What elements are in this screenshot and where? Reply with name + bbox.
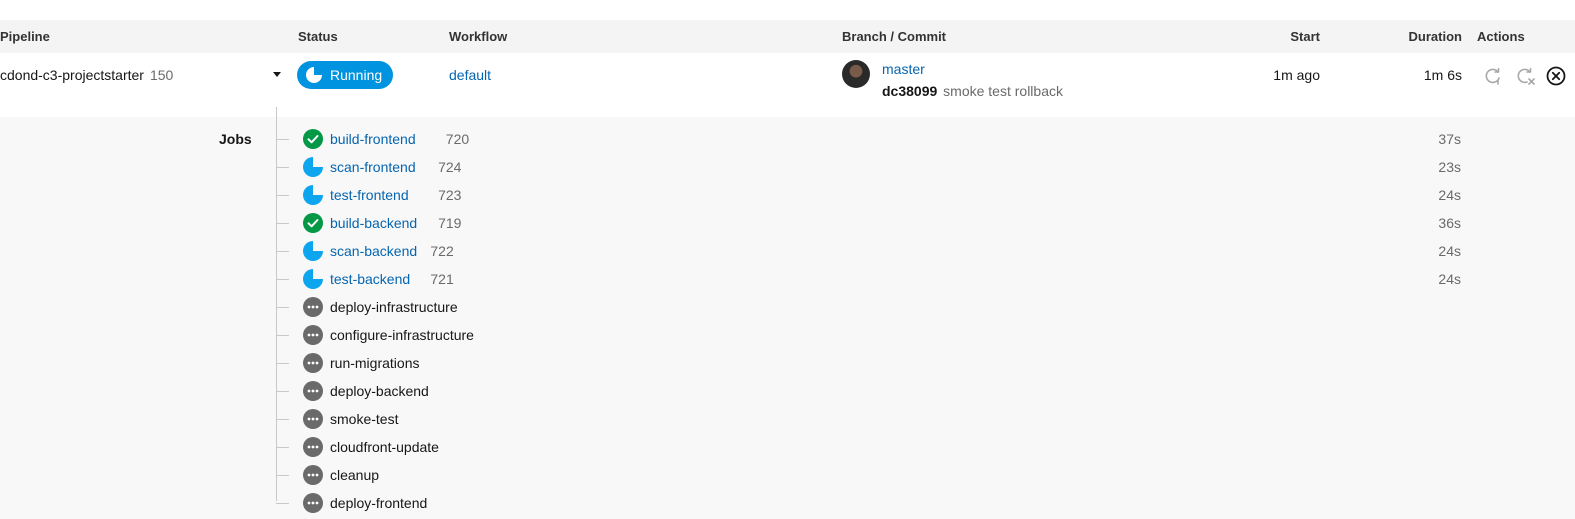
job-name[interactable]: build-frontend (330, 131, 416, 147)
commit-info: dc38099 smoke test rollback (882, 83, 1063, 99)
pending-icon (303, 465, 323, 485)
pending-icon (303, 409, 323, 429)
job-number: 723 (438, 187, 462, 203)
tree-connector (276, 447, 289, 448)
job-row[interactable]: build-backend 719 36s (276, 210, 1476, 238)
running-icon (303, 241, 323, 261)
job-row[interactable]: build-frontend 720 37s (276, 126, 1476, 154)
tree-connector (276, 195, 289, 196)
job-name[interactable]: build-backend (330, 215, 417, 231)
job-number: 724 (438, 159, 462, 175)
job-name: run-migrations (330, 355, 420, 371)
running-icon (303, 269, 323, 289)
rerun-icon[interactable] (1483, 66, 1503, 86)
commit-hash[interactable]: dc38099 (882, 83, 937, 99)
job-name[interactable]: scan-frontend (330, 159, 416, 175)
pending-icon (303, 297, 323, 317)
job-number: 722 (430, 243, 454, 259)
expand-caret-icon[interactable] (273, 72, 281, 77)
job-row: smoke-test (276, 406, 1476, 434)
cancel-icon[interactable] (1546, 66, 1566, 86)
job-name: deploy-infrastructure (330, 299, 458, 315)
job-name: deploy-frontend (330, 495, 428, 511)
job-row: run-migrations (276, 350, 1476, 378)
pending-icon (303, 437, 323, 457)
pipeline-number: 150 (149, 67, 174, 83)
header-start: Start (1290, 29, 1320, 44)
job-number: 720 (445, 131, 470, 147)
job-name: deploy-backend (330, 383, 429, 399)
tree-connector (276, 279, 289, 280)
header-status: Status (298, 29, 338, 44)
job-row[interactable]: test-backend 721 24s (276, 266, 1476, 294)
avatar (842, 60, 870, 88)
pending-icon (303, 353, 323, 373)
job-name: cloudfront-update (330, 439, 439, 455)
job-duration: 24s (1438, 243, 1461, 259)
status-badge: Running (297, 61, 393, 89)
job-row[interactable]: test-frontend 723 24s (276, 182, 1476, 210)
job-duration: 23s (1438, 159, 1461, 175)
job-row: deploy-infrastructure (276, 294, 1476, 322)
job-name[interactable]: test-backend (330, 271, 410, 287)
tree-connector (276, 503, 289, 504)
job-duration: 37s (1438, 131, 1461, 147)
tree-connector (276, 307, 289, 308)
job-duration: 24s (1438, 271, 1461, 287)
pipeline-name[interactable]: cdond-c3-projectstarter 150 (0, 67, 173, 83)
running-icon (303, 157, 323, 177)
tree-connector (276, 223, 289, 224)
jobs-panel: Jobs build-frontend 720 37s scan-frontend 72… (0, 107, 1575, 519)
job-duration: 36s (1438, 215, 1461, 231)
pipeline-name-label[interactable]: cdond-c3-projectstarter (0, 67, 144, 83)
job-row: deploy-backend (276, 378, 1476, 406)
tree-connector (276, 475, 289, 476)
success-icon (303, 129, 323, 149)
header-branch-commit: Branch / Commit (842, 29, 947, 44)
start-time: 1m ago (1273, 67, 1320, 83)
header-duration: Duration (1408, 29, 1462, 44)
job-number: 721 (430, 271, 454, 287)
job-number: 719 (438, 215, 462, 231)
success-icon (303, 213, 323, 233)
tree-connector (276, 363, 289, 364)
job-name: configure-infrastructure (330, 327, 474, 343)
job-row[interactable]: scan-frontend 724 23s (276, 154, 1476, 182)
pipeline-row[interactable]: cdond-c3-projectstarter 150 Running defau… (0, 53, 1575, 117)
job-row: configure-infrastructure (276, 322, 1476, 350)
header-workflow: Workflow (449, 29, 508, 44)
running-icon (306, 67, 322, 83)
tree-connector (276, 139, 289, 140)
tree-connector (276, 391, 289, 392)
workflow-link[interactable]: default (449, 67, 491, 83)
job-duration: 24s (1438, 187, 1461, 203)
job-row: deploy-frontend (276, 490, 1476, 518)
branch-link[interactable]: master (882, 61, 925, 77)
tree-connector (276, 335, 289, 336)
job-row: cloudfront-update (276, 434, 1476, 462)
pending-icon (303, 381, 323, 401)
jobs-label: Jobs (219, 131, 252, 147)
duration-value: 1m 6s (1423, 67, 1462, 83)
pending-icon (303, 493, 323, 513)
tree-connector (276, 419, 289, 420)
running-icon (303, 185, 323, 205)
header-actions: Actions (1477, 29, 1525, 44)
tree-connector (276, 167, 289, 168)
job-name: smoke-test (330, 411, 399, 427)
pending-icon (303, 325, 323, 345)
job-name[interactable]: test-frontend (330, 187, 409, 203)
tree-connector (276, 251, 289, 252)
header-pipeline: Pipeline (0, 29, 50, 44)
rerun-failed-icon[interactable] (1515, 66, 1535, 86)
job-name: cleanup (330, 467, 380, 483)
commit-message: smoke test rollback (943, 83, 1063, 99)
status-label: Running (330, 67, 383, 83)
table-header: Pipeline Status Workflow Branch / Commit… (0, 20, 1575, 53)
job-row: cleanup (276, 462, 1476, 490)
job-row[interactable]: scan-backend 722 24s (276, 238, 1476, 266)
job-name[interactable]: scan-backend (330, 243, 417, 259)
